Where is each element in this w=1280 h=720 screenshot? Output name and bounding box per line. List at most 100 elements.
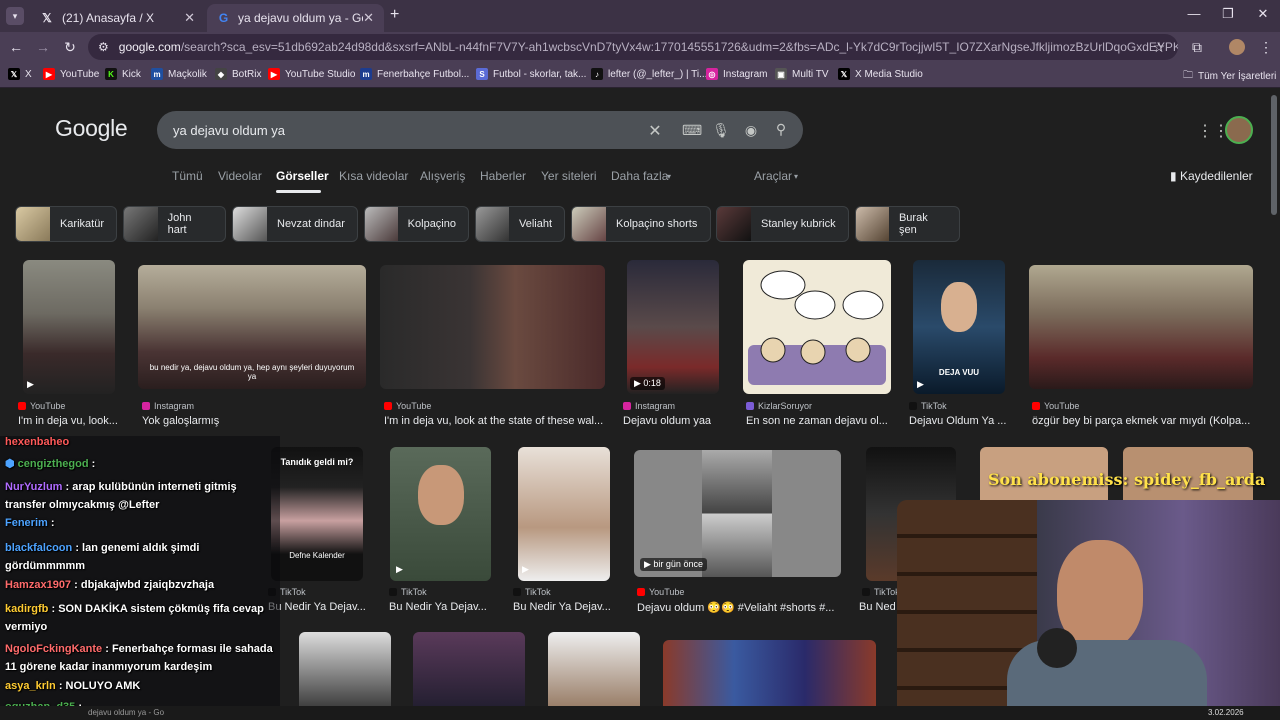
chip-burak-sen[interactable]: Burak şen [855,206,960,242]
bookmark-star-icon[interactable]: ☆ [1149,39,1169,56]
scrollbar[interactable] [1271,95,1277,215]
bookmark-futbol[interactable]: S Futbol - skorlar, tak... [476,68,586,80]
bookmark-multitv[interactable]: ▣ Multi TV [775,68,829,80]
browser-toolbar: ← → ↻ ⚙ google.com /search?sca_esv=51db6… [0,32,1280,62]
image-result[interactable]: Tanıdık geldi mi? Defne Kalender [271,447,363,581]
menu-icon[interactable]: ⋮ [1256,39,1276,56]
chip-kolpacino[interactable]: Kolpaçino [364,206,469,242]
result-caption[interactable]: Bu Nedir Ya Dejav... [513,601,618,613]
microphone-icon[interactable]: 🎙 [712,122,730,139]
bookmark-kick[interactable]: K Kick [105,68,141,80]
image-result[interactable] [743,260,891,394]
chip-stanley-kubrick[interactable]: Stanley kubrick [716,206,849,242]
result-caption[interactable]: Dejavu oldum 😳😳 #Veliaht #shorts #... [637,601,837,614]
result-caption[interactable]: Dejavu Oldum Ya ... [909,415,1014,427]
tab-more[interactable]: Daha fazla [611,169,668,183]
result-caption[interactable]: I'm in deja vu, look at the state of the… [384,415,606,427]
chip-thumbnail [16,207,50,241]
mackolik-icon: m [151,68,163,80]
result-caption[interactable]: Dejavu oldum yaa [623,415,733,427]
chip-thumbnail [572,207,606,241]
tab-videos[interactable]: Videolar [218,169,262,183]
result-caption[interactable]: Bu Nedir Ya Dejav... [268,601,373,613]
reload-icon[interactable]: ↻ [60,39,80,56]
title-bar: ▾ 𝕏 (21) Anasayfa / X ✕ G ya dejavu oldu… [0,0,1280,32]
chip-karikatur[interactable]: Karikatür [15,206,117,242]
tab-google-search[interactable]: G ya dejavu oldum ya - Google'd ✕ [207,4,384,32]
bookmark-label: YouTube Studio [285,68,356,80]
chip-veliaht[interactable]: Veliaht [475,206,565,242]
bookmark-mackolik[interactable]: m Maçkolik [151,68,207,80]
lens-icon[interactable]: ◉ [742,122,760,139]
bookmark-label: YouTube [60,68,100,80]
bookmark-fenerbahce[interactable]: m Fenerbahçe Futbol... [360,68,469,80]
tab-images[interactable]: Görseller [276,169,329,183]
tab-places[interactable]: Yer siteleri [541,169,597,183]
close-icon[interactable]: ✕ [184,10,195,26]
image-result[interactable]: ▶ [518,447,610,581]
keyboard-icon[interactable]: ⌨ [682,122,702,139]
back-icon[interactable]: ← [6,39,26,55]
close-icon[interactable]: ✕ [363,10,374,26]
result-caption[interactable]: Bu Nedir Ya Dejav... [389,601,494,613]
image-result[interactable]: ▶ [23,260,115,394]
futbol-icon: S [476,68,488,80]
result-caption[interactable]: En son ne zaman dejavu ol... [746,415,891,427]
image-result[interactable] [380,265,605,389]
maximize-icon[interactable]: ❐ [1218,6,1238,22]
window-close-icon[interactable]: ✕ [1253,6,1273,22]
bookmark-tiktok-lefter[interactable]: ♪ lefter (@_lefter_) | Ti... [591,68,707,80]
image-result[interactable]: ▶ [390,447,491,581]
result-caption[interactable]: Yok galoşlarmış [142,415,362,427]
image-result[interactable]: bu nedir ya, dejavu oldum ya, hep aynı ş… [138,265,366,389]
search-input[interactable]: ya dejavu oldum ya [157,111,803,149]
result-caption[interactable]: Bu Nedi [859,601,895,613]
tools-button[interactable]: Araçlar [754,169,792,183]
chip-kolpacino-shorts[interactable]: Kolpaçino shorts [571,206,711,242]
google-logo[interactable]: Google [55,115,128,142]
tab-search-button[interactable]: ▾ [6,7,24,25]
tab-short-videos[interactable]: Kısa videolar [339,169,408,183]
bookmark-youtube[interactable]: ▶ YouTube [43,68,99,80]
saved-button[interactable]: ▮ Kaydedilenler [1170,169,1253,183]
clear-icon[interactable]: ✕ [646,121,664,141]
extensions-icon[interactable]: ⧉ [1187,39,1207,56]
chat-message: asya_krln : NOLUYO AMK [5,680,141,692]
new-tab-button[interactable]: + [390,6,399,24]
image-result[interactable] [1029,265,1253,389]
chat-message: kadirgfb : SON DAKİKA sistem çökmüş fifa… [5,603,264,633]
bookmark-youtube-studio[interactable]: ▶ YouTube Studio [268,68,355,80]
x-logo-icon: 𝕏 [838,68,850,80]
minimize-icon[interactable]: — [1184,6,1204,21]
image-result[interactable]: ▶ bir gün önce [634,450,841,577]
result-source: YouTube [18,401,65,411]
tab-news[interactable]: Haberler [480,169,526,183]
all-bookmarks[interactable]: 🗀 Tüm Yer İşaretleri [1183,68,1276,85]
profile-avatar[interactable] [1229,39,1245,55]
tab-shopping[interactable]: Alışveriş [420,169,465,183]
forward-icon[interactable]: → [33,39,53,55]
bookmark-x-media-studio[interactable]: 𝕏 X Media Studio [838,68,923,80]
result-source: YouTube [637,587,684,597]
address-bar[interactable]: ⚙ google.com /search?sca_esv=51db692ab24… [88,34,1178,60]
bookmark-instagram[interactable]: ◎ Instagram [706,68,767,80]
bookmark-x[interactable]: 𝕏X [8,68,32,80]
tab-all[interactable]: Tümü [172,169,203,183]
bookmark-label: X [25,68,32,80]
taskbar-app[interactable]: dejavu oldum ya - Go [88,708,164,717]
image-result[interactable]: DEJA VUU ▶ [913,260,1005,394]
site-info-icon[interactable]: ⚙ [98,40,109,54]
result-caption[interactable]: I'm in deja vu, look... [18,415,123,427]
bookmark-botrix[interactable]: ◆ BotRix [215,68,261,80]
account-avatar[interactable] [1225,116,1253,144]
fenerbahce-icon: m [360,68,372,80]
result-caption[interactable]: özgür bey bi parça ekmek var mıydı (Kolp… [1032,415,1257,427]
result-source: YouTube [384,401,431,411]
chip-john-hart[interactable]: John hart [123,206,226,242]
image-result[interactable]: ▶ 0:18 [627,260,719,394]
tab-title: (21) Anasayfa / X [62,11,155,25]
bookmark-label: lefter (@_lefter_) | Ti... [608,68,708,80]
chip-nevzat-dindar[interactable]: Nevzat dindar [232,206,358,242]
search-icon[interactable]: ⚲ [772,121,790,138]
tab-x-home[interactable]: 𝕏 (21) Anasayfa / X ✕ [30,4,205,32]
